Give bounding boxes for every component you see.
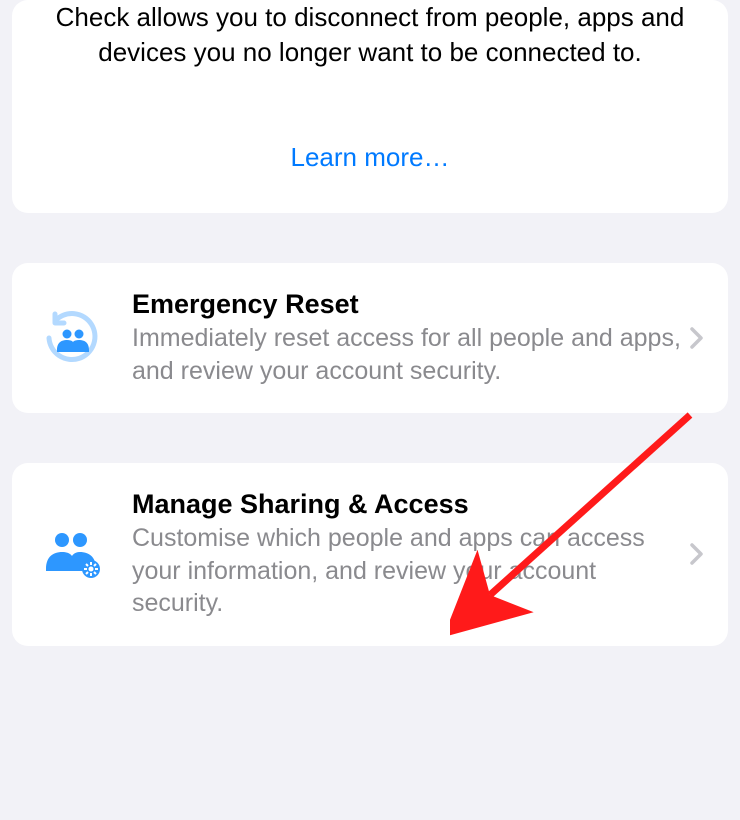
manage-sharing-row[interactable]: Manage Sharing & Access Customise which … [12,463,728,646]
learn-more-link[interactable]: Learn more… [291,142,450,173]
emergency-reset-row[interactable]: Emergency Reset Immediately reset access… [12,263,728,413]
manage-sharing-icon [36,529,108,579]
intro-description: Check allows you to disconnect from peop… [52,0,688,70]
chevron-right-icon [690,543,704,565]
emergency-reset-subtitle: Immediately reset access for all people … [132,322,682,387]
emergency-reset-text: Emergency Reset Immediately reset access… [132,289,682,387]
manage-sharing-subtitle: Customise which people and apps can acce… [132,522,682,620]
emergency-reset-icon [36,308,108,368]
manage-sharing-text: Manage Sharing & Access Customise which … [132,489,682,620]
chevron-right-icon [690,327,704,349]
intro-card: Check allows you to disconnect from peop… [12,0,728,213]
emergency-reset-title: Emergency Reset [132,289,682,320]
manage-sharing-title: Manage Sharing & Access [132,489,682,520]
